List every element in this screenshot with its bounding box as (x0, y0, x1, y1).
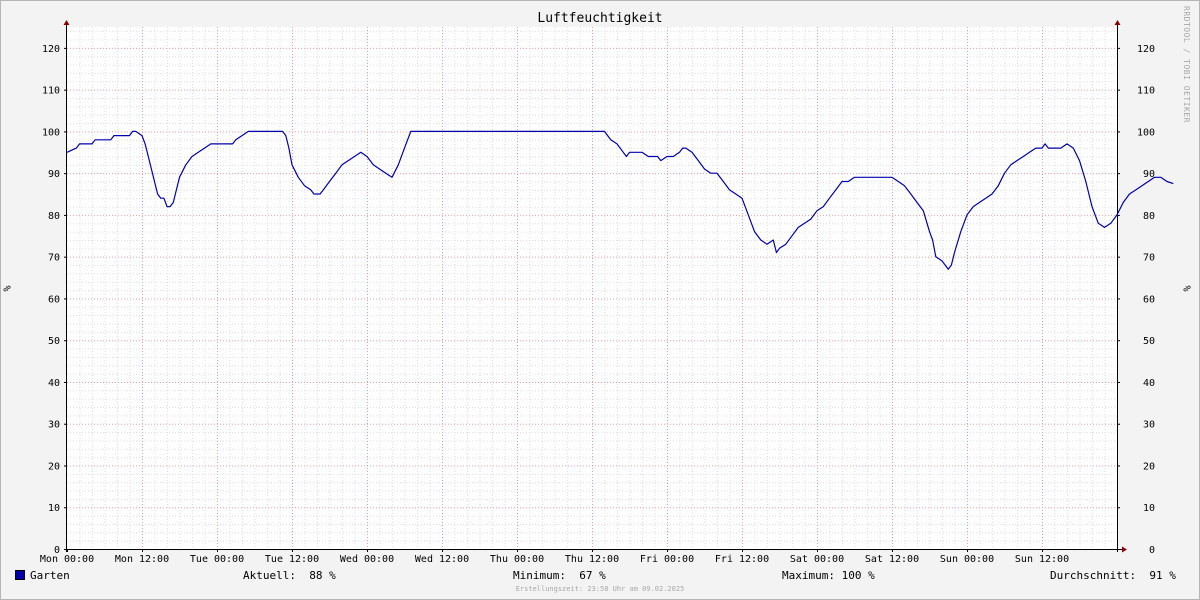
y-tick-label-right: 30 (1143, 420, 1155, 431)
y-tick-label-left: 50 (48, 336, 60, 347)
x-tick-label: Sun 12:00 (1015, 554, 1069, 565)
x-tick-label: Tue 12:00 (265, 554, 319, 565)
y-tick-label-right: 50 (1143, 336, 1155, 347)
x-tick-label: Fri 12:00 (715, 554, 769, 565)
legend-minimum: Minimum: 67 % (513, 569, 606, 582)
y-tick-label-right: 40 (1143, 378, 1155, 389)
x-tick-label: Mon 12:00 (115, 554, 169, 565)
y-tick-label-left: 30 (48, 420, 60, 431)
x-tick-label: Tue 00:00 (190, 554, 244, 565)
x-tick-label: Sun 00:00 (940, 554, 994, 565)
x-tick-label: Wed 12:00 (415, 554, 469, 565)
y-tick-label-left: 10 (48, 503, 60, 514)
x-tick-label: Sat 00:00 (790, 554, 844, 565)
y-tick-label-right: 60 (1143, 294, 1155, 305)
y-tick-label-right: 80 (1143, 211, 1155, 222)
x-axis-arrow (1122, 546, 1127, 553)
x-tick-label: Wed 00:00 (340, 554, 394, 565)
x-tick-label: Thu 12:00 (565, 554, 619, 565)
humidity-chart: 0 010 1020 2030 3040 4050 5060 6070 7080 8090 9010… (40, 20, 1174, 565)
legend-swatch-garten (15, 570, 25, 580)
y-tick-label-left: 60 (48, 294, 60, 305)
y-tick-label-left: 20 (48, 461, 60, 472)
y-tick-label-right: 100 (1137, 127, 1155, 138)
y-tick-label-left: 100 (42, 127, 60, 138)
y-tick-label-left: 90 (48, 169, 60, 180)
x-tick-label: Fri 00:00 (640, 554, 694, 565)
x-tick-label: Sat 12:00 (865, 554, 919, 565)
y-tick-label-left: 80 (48, 211, 60, 222)
legend-series-label: Garten (30, 569, 70, 582)
y-tick-label-right: 110 (1137, 86, 1155, 97)
y-tick-label-left: 120 (42, 44, 60, 55)
y-tick-label-right: 70 (1143, 253, 1155, 264)
y-tick-label-left: 70 (48, 253, 60, 264)
y-axis-right-arrow (1114, 20, 1121, 25)
legend-average: Durchschnitt: 91 % (1050, 569, 1176, 582)
footer-timestamp: Erstellungszeit: 23:58 Uhr am 09.02.2025 (515, 585, 685, 593)
legend-maximum: Maximum: 100 % (782, 569, 875, 582)
y-tick-label-left: 40 (48, 378, 60, 389)
legend-current: Aktuell: 88 % (243, 569, 336, 582)
y-tick-label-right: 20 (1143, 461, 1155, 472)
x-tick-label: Thu 00:00 (490, 554, 544, 565)
y-tick-label-left: 110 (42, 86, 60, 97)
y-axis-left-arrow (63, 20, 70, 25)
y-tick-label-right: 120 (1137, 44, 1155, 55)
x-tick-label: Mon 00:00 (40, 554, 94, 565)
y-tick-label-right: 10 (1143, 503, 1155, 514)
y-tick-label-right: 0 (1149, 545, 1155, 556)
